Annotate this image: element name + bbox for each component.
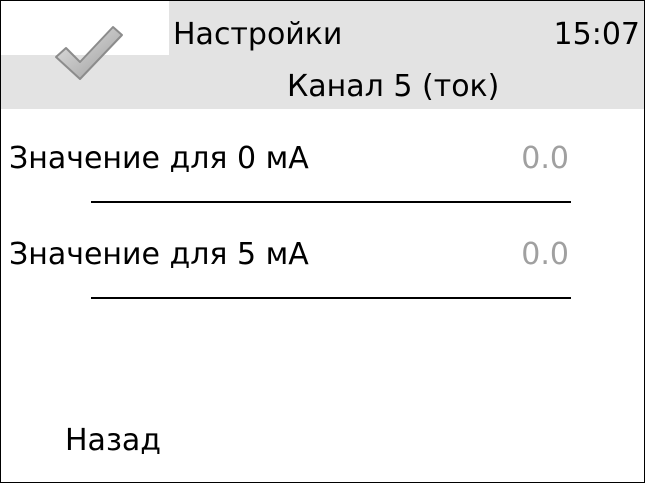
setting-row-5ma[interactable]: Значение для 5 мА 0.0 [1, 217, 644, 307]
back-button[interactable]: Назад [65, 423, 161, 459]
divider [91, 201, 571, 203]
setting-value[interactable]: 0.0 [521, 141, 569, 177]
page-title: Настройки [173, 17, 343, 52]
divider [91, 297, 571, 299]
checkmark-icon[interactable] [53, 23, 125, 85]
setting-value[interactable]: 0.0 [521, 237, 569, 273]
device-screen: Настройки 15:07 Канал 5 (ток) Значение д… [0, 0, 645, 483]
channel-subtitle: Канал 5 (ток) [287, 69, 500, 104]
clock: 15:07 [553, 17, 640, 52]
header: Настройки 15:07 Канал 5 (ток) [1, 1, 644, 109]
setting-label: Значение для 5 мА [9, 237, 309, 272]
setting-label: Значение для 0 мА [9, 141, 309, 176]
setting-row-0ma[interactable]: Значение для 0 мА 0.0 [1, 121, 644, 211]
